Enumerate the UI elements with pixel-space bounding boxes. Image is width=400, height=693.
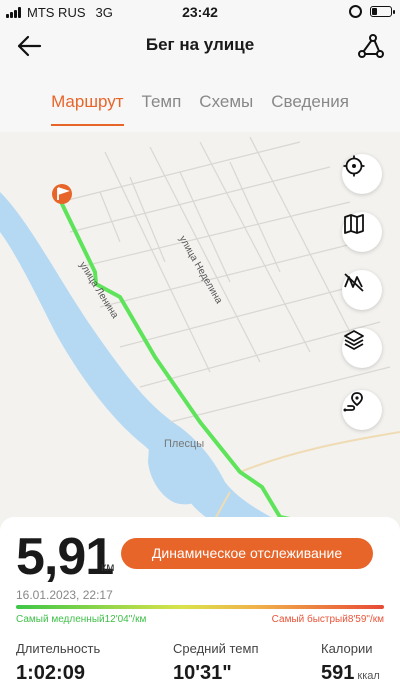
signal-icon bbox=[6, 6, 21, 18]
hide-route-button[interactable] bbox=[342, 270, 382, 310]
layers-icon bbox=[344, 330, 364, 350]
route-point-button[interactable] bbox=[342, 390, 382, 430]
stat-calories: Калории 591 ккал bbox=[321, 641, 380, 685]
map-type-button[interactable] bbox=[342, 212, 382, 252]
status-left: MTS RUS 3G bbox=[0, 5, 113, 20]
locate-icon bbox=[343, 155, 365, 177]
dynamic-tracking-button[interactable]: Динамическое отслеживание bbox=[121, 538, 373, 569]
route-nodes-icon bbox=[358, 34, 384, 58]
stat-avg-pace: Средний темп 10'31" bbox=[173, 641, 258, 685]
stat-duration-value: 1:02:09 bbox=[16, 662, 85, 684]
back-button[interactable] bbox=[14, 32, 44, 60]
tab-route[interactable]: Маршрут bbox=[51, 92, 124, 126]
carrier-name: MTS RUS bbox=[27, 4, 86, 20]
stat-avg-pace-value: 10'31" bbox=[173, 662, 232, 684]
workout-date: 16.01.2023, 22:17 bbox=[16, 588, 113, 602]
stat-calories-value: 591 bbox=[321, 662, 355, 684]
slowest-pace-label: Самый медленный12'04"/км bbox=[16, 614, 147, 625]
route-point-icon bbox=[343, 392, 363, 412]
pace-gradient-bar bbox=[16, 605, 384, 609]
stat-duration: Длительность 1:02:09 bbox=[16, 641, 100, 685]
stat-calories-value-wrap: 591 ккал bbox=[321, 662, 380, 685]
status-bar: MTS RUS 3G 23:42 bbox=[0, 0, 400, 24]
stat-duration-label: Длительность bbox=[16, 641, 101, 656]
distance-unit: км bbox=[101, 560, 115, 574]
layers-button[interactable] bbox=[342, 328, 382, 368]
status-right bbox=[349, 5, 395, 18]
tab-bar: Маршрут Темп Схемы Сведения bbox=[0, 68, 400, 132]
nav-bar: Бег на улице bbox=[0, 24, 400, 68]
locate-button[interactable] bbox=[342, 154, 382, 194]
route-map[interactable]: улица Ленина улица Неделина Плесцы bbox=[0, 132, 400, 537]
map-icon bbox=[344, 214, 364, 234]
tab-schemes[interactable]: Схемы bbox=[199, 92, 253, 120]
no-route-icon bbox=[344, 273, 364, 292]
place-label-plestsy: Плесцы bbox=[164, 438, 205, 450]
tab-pace[interactable]: Темп bbox=[142, 92, 182, 120]
alarm-icon bbox=[349, 5, 362, 18]
start-flag-marker bbox=[52, 184, 72, 204]
summary-panel: 5,91 км Динамическое отслеживание 16.01.… bbox=[0, 517, 400, 693]
stat-calories-label: Калории bbox=[321, 641, 373, 656]
tab-details[interactable]: Сведения bbox=[271, 92, 349, 120]
network-type: 3G bbox=[95, 4, 113, 20]
fastest-pace-label: Самый быстрый8'59"/км bbox=[271, 614, 384, 625]
route-share-button[interactable] bbox=[356, 32, 386, 60]
battery-icon bbox=[370, 6, 395, 17]
stat-avg-pace-label: Средний темп bbox=[173, 641, 259, 656]
stat-calories-unit: ккал bbox=[357, 670, 380, 682]
back-arrow-icon bbox=[17, 35, 42, 57]
distance-value: 5,91 bbox=[16, 528, 114, 586]
map-canvas bbox=[0, 136, 400, 537]
page-title: Бег на улице bbox=[145, 35, 255, 54]
